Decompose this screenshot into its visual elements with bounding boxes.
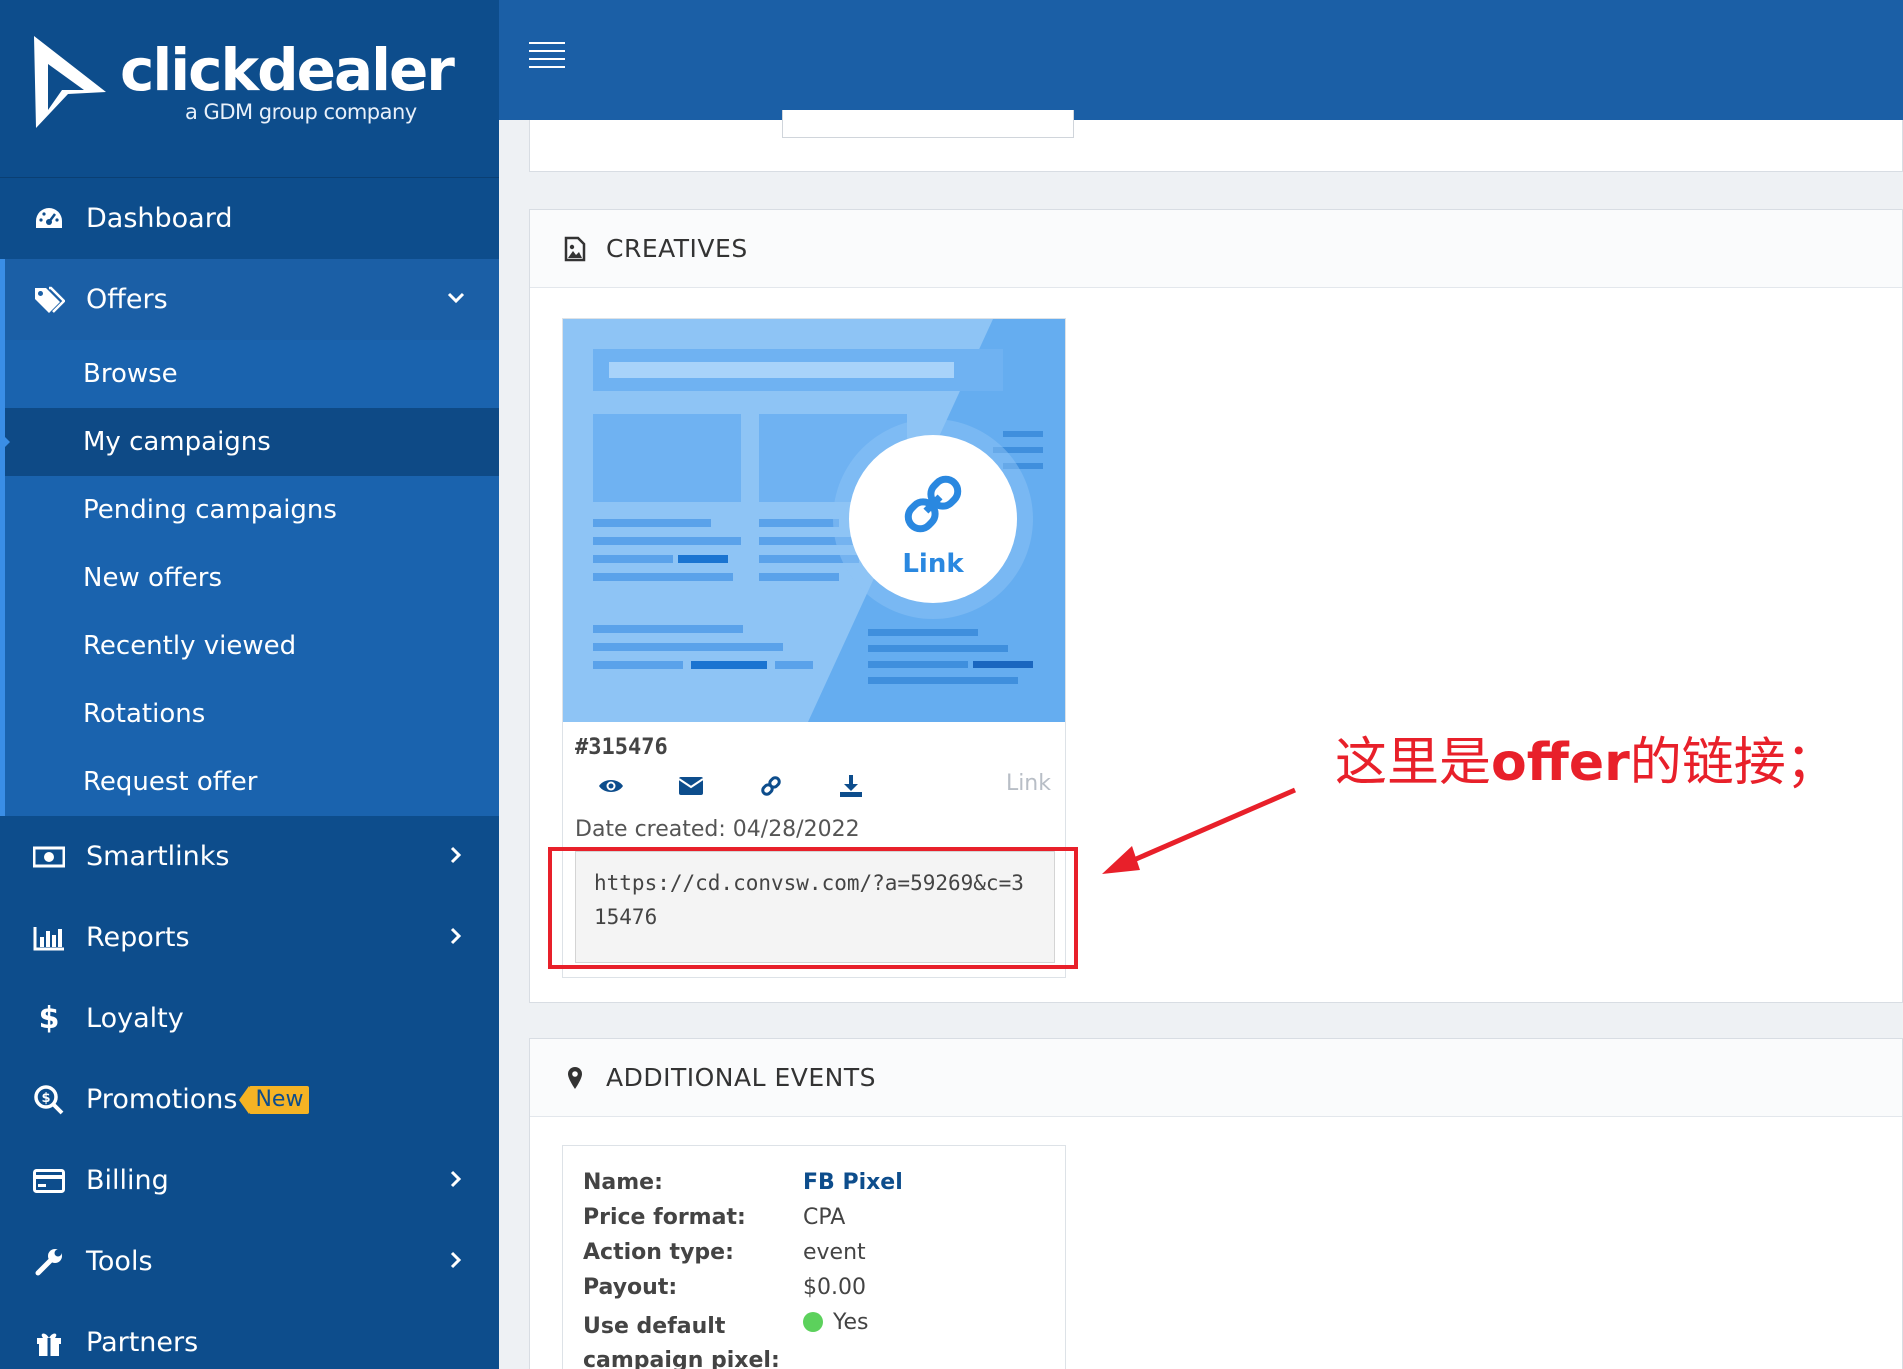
event-name-link[interactable]: FB Pixel: [803, 1170, 903, 1195]
sidebar-item-tools[interactable]: Tools: [0, 1221, 499, 1302]
additional-events-panel: ADDITIONAL EVENTS Name: FB Pixel Price fo…: [529, 1038, 1903, 1369]
search-dollar-icon: $: [32, 1083, 66, 1117]
event-card: Name: FB Pixel Price format: CPA Action ty…: [562, 1145, 1066, 1369]
annotation-suffix: 的链接；: [1629, 733, 1838, 793]
event-row-price-format: Price format: CPA: [583, 1205, 845, 1230]
email-envelope-icon[interactable]: [673, 771, 709, 801]
money-icon: [32, 840, 66, 874]
sidebar-item-label: Tools: [86, 1246, 153, 1277]
copy-campaign-button[interactable]: [782, 110, 1074, 138]
date-created: Date created: 04/28/2022: [575, 817, 860, 842]
sidebar-item-promotions[interactable]: $ Promotions New: [0, 1059, 499, 1140]
dashboard-icon: [32, 202, 66, 236]
sidebar-item-label: Billing: [86, 1165, 169, 1196]
brand-tagline: a GDM group company: [185, 100, 417, 124]
sidebar-item-billing[interactable]: Billing: [0, 1140, 499, 1221]
chevron-right-icon: [450, 927, 462, 945]
submenu-item-rotations[interactable]: Rotations: [5, 680, 499, 748]
menu-toggle-icon[interactable]: [529, 42, 565, 72]
annotation-prefix: 这里是: [1335, 733, 1492, 793]
chevron-right-icon: [450, 1251, 462, 1269]
submenu-item-my-campaigns[interactable]: My campaigns: [0, 408, 499, 476]
annotation-arrow-icon: [1102, 787, 1296, 874]
annotation-highlight-box: [548, 847, 1078, 969]
sidebar-item-dashboard[interactable]: Dashboard: [0, 178, 499, 259]
chevron-down-icon: [447, 292, 465, 304]
new-badge: New: [239, 1085, 310, 1114]
thumb-label: Link: [902, 549, 964, 579]
credit-card-icon: [32, 1164, 66, 1198]
sidebar-item-label: Promotions: [86, 1084, 238, 1115]
sidebar: clickdealer a GDM group company Dashboar…: [0, 0, 499, 1369]
previous-panel: [529, 110, 1903, 172]
event-row-payout: Payout: $0.00: [583, 1275, 866, 1300]
panel-title: CREATIVES: [606, 234, 748, 263]
event-row-action-type: Action type: event: [583, 1240, 866, 1265]
event-key: Name:: [583, 1170, 663, 1195]
tags-icon: [32, 283, 66, 317]
submenu-item-browse[interactable]: Browse: [5, 340, 499, 408]
submenu-item-new-offers[interactable]: New offers: [5, 544, 499, 612]
gift-icon: [32, 1326, 66, 1360]
submenu-item-recently-viewed[interactable]: Recently viewed: [5, 612, 499, 680]
event-key: Price format:: [583, 1205, 746, 1230]
annotation-bold: offer: [1491, 733, 1630, 793]
sidebar-item-label: Partners: [86, 1327, 199, 1358]
event-value: $0.00: [803, 1275, 866, 1300]
map-marker-icon: [562, 1064, 588, 1092]
event-key: Payout:: [583, 1275, 678, 1300]
event-value: event: [803, 1240, 866, 1265]
offers-submenu: Browse My campaigns Pending campaigns Ne…: [0, 340, 499, 816]
chevron-right-icon: [450, 1170, 462, 1188]
event-row-name: Name: FB Pixel: [583, 1170, 903, 1195]
event-key: Action type:: [583, 1240, 734, 1265]
event-row-default-pixel: Use default campaign pixel: Yes: [583, 1310, 869, 1369]
creative-actions: [593, 771, 869, 801]
creative-thumbnail[interactable]: Link: [563, 319, 1065, 722]
sidebar-nav: Dashboard Offers Browse My campaigns Pen…: [0, 178, 499, 1369]
event-value: Yes: [833, 1310, 869, 1335]
event-key: Use default campaign pixel:: [583, 1314, 780, 1369]
svg-text:$: $: [41, 1091, 50, 1106]
submenu-item-request-offer[interactable]: Request offer: [5, 748, 499, 816]
event-value: CPA: [803, 1205, 846, 1230]
brand-logo[interactable]: clickdealer a GDM group company: [0, 0, 499, 178]
sidebar-item-label: Smartlinks: [86, 841, 230, 872]
panel-title: ADDITIONAL EVENTS: [606, 1063, 877, 1092]
bar-chart-icon: [32, 921, 66, 955]
top-bar: [499, 0, 1903, 120]
sidebar-item-reports[interactable]: Reports: [0, 897, 499, 978]
preview-eye-icon[interactable]: [593, 771, 629, 801]
sidebar-item-label: Dashboard: [86, 203, 233, 234]
additional-events-header: ADDITIONAL EVENTS: [530, 1039, 1902, 1117]
download-icon[interactable]: [833, 771, 869, 801]
sidebar-item-offers[interactable]: Offers: [0, 259, 499, 340]
sidebar-item-label: Reports: [86, 922, 190, 953]
image-file-icon: [562, 235, 588, 263]
sidebar-item-partners[interactable]: Partners: [0, 1302, 499, 1369]
event-value-wrap: Yes: [803, 1310, 869, 1335]
chevron-right-icon: [450, 846, 462, 864]
dollar-icon: $: [38, 1001, 60, 1036]
annotation-text: 这里是offer的链接；: [1335, 720, 1838, 795]
creative-id: #315476: [575, 735, 668, 760]
copy-link-icon[interactable]: [753, 771, 789, 801]
cursor-logo-icon: [34, 36, 106, 128]
creative-type: Link: [1005, 771, 1051, 796]
creatives-header: CREATIVES: [530, 210, 1902, 288]
sidebar-item-label: Loyalty: [86, 1003, 184, 1034]
sidebar-item-loyalty[interactable]: $ Loyalty: [0, 978, 499, 1059]
sidebar-item-label: Offers: [86, 284, 168, 315]
sidebar-item-smartlinks[interactable]: Smartlinks: [0, 816, 499, 897]
submenu-item-pending-campaigns[interactable]: Pending campaigns: [5, 476, 499, 544]
wrench-icon: [32, 1245, 66, 1279]
brand-name: clickdealer: [120, 36, 455, 104]
status-dot-icon: [803, 1312, 823, 1332]
